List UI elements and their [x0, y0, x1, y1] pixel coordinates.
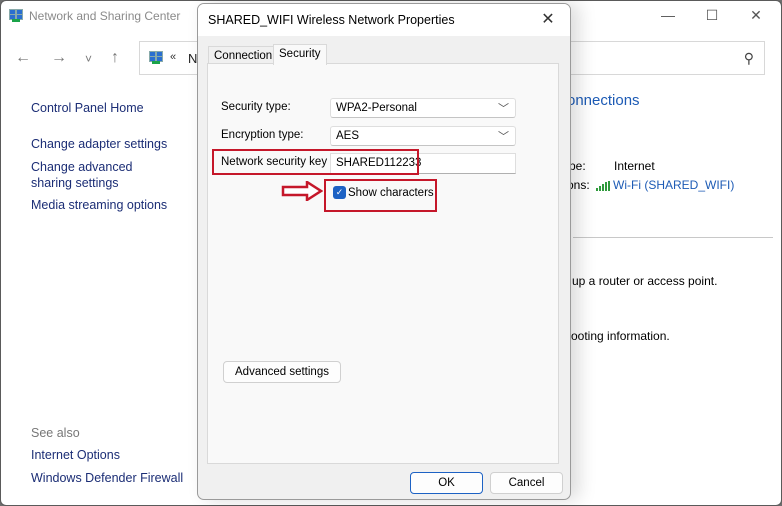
up-arrow-icon[interactable]: ↑: [111, 49, 119, 67]
security-type-select[interactable]: WPA2-Personal ﹀: [330, 98, 516, 118]
see-also-label: See also: [31, 426, 80, 440]
window-title: Network and Sharing Center: [29, 9, 181, 23]
close-button[interactable]: ✕: [741, 7, 771, 24]
setup-router-text[interactable]: up a router or access point.: [572, 274, 717, 288]
section-heading: onnections: [567, 92, 640, 109]
dialog-title: SHARED_WIFI Wireless Network Properties: [208, 13, 455, 27]
sidebar-link-advanced-sharing[interactable]: Change advanced sharing settings: [31, 159, 171, 191]
ok-button[interactable]: OK: [410, 472, 483, 494]
encryption-type-select[interactable]: AES ﹀: [330, 126, 516, 146]
encryption-type-value: AES: [336, 130, 360, 142]
dialog-title-bar: SHARED_WIFI Wireless Network Properties …: [198, 4, 570, 36]
cancel-button[interactable]: Cancel: [490, 472, 563, 494]
chevron-down-icon: ﹀: [498, 103, 509, 115]
maximize-button[interactable]: ☐: [697, 7, 727, 24]
sidebar-link-media-streaming[interactable]: Media streaming options: [31, 197, 167, 213]
sidebar-link-internet-options[interactable]: Internet Options: [31, 447, 120, 463]
security-type-value: WPA2-Personal: [336, 102, 417, 114]
sidebar-link-change-adapter-settings[interactable]: Change adapter settings: [31, 136, 167, 152]
annotation-arrow-icon: [281, 181, 323, 201]
connection-item[interactable]: Wi-Fi (SHARED_WIFI): [596, 178, 734, 192]
troubleshoot-text[interactable]: ooting information.: [571, 329, 670, 343]
security-tab-panel: Security type: WPA2-Personal ﹀ Encryptio…: [207, 63, 559, 464]
breadcrumb-overflow-icon[interactable]: «: [170, 51, 176, 63]
advanced-settings-button[interactable]: Advanced settings: [223, 361, 341, 383]
search-icon[interactable]: ⚲: [744, 50, 754, 67]
encryption-type-label: Encryption type:: [221, 129, 304, 141]
wifi-connection-link[interactable]: Wi-Fi (SHARED_WIFI): [613, 178, 734, 192]
network-icon: [9, 9, 23, 23]
chevron-down-icon: ﹀: [498, 131, 509, 143]
access-type-label: pe:: [569, 159, 586, 173]
divider: [573, 237, 773, 238]
back-arrow-icon[interactable]: ←: [15, 49, 31, 67]
highlight-box-show-characters: [324, 179, 437, 212]
wireless-properties-dialog: SHARED_WIFI Wireless Network Properties …: [197, 3, 571, 500]
forward-arrow-icon[interactable]: →: [51, 49, 67, 67]
sidebar-link-firewall[interactable]: Windows Defender Firewall: [31, 470, 183, 486]
highlight-box-network-key: [212, 149, 419, 175]
tab-security[interactable]: Security: [273, 44, 327, 65]
access-type-value: Internet: [614, 159, 655, 173]
recent-locations-icon[interactable]: ˅: [85, 52, 92, 66]
security-type-label: Security type:: [221, 101, 291, 113]
close-icon[interactable]: ✕: [534, 9, 562, 31]
minimize-button[interactable]: —: [653, 7, 683, 23]
wifi-signal-icon: [596, 180, 610, 191]
window-title-bar: Network and Sharing Center: [9, 9, 180, 23]
sidebar-link-control-panel-home[interactable]: Control Panel Home: [31, 100, 144, 116]
network-icon: [149, 51, 163, 65]
